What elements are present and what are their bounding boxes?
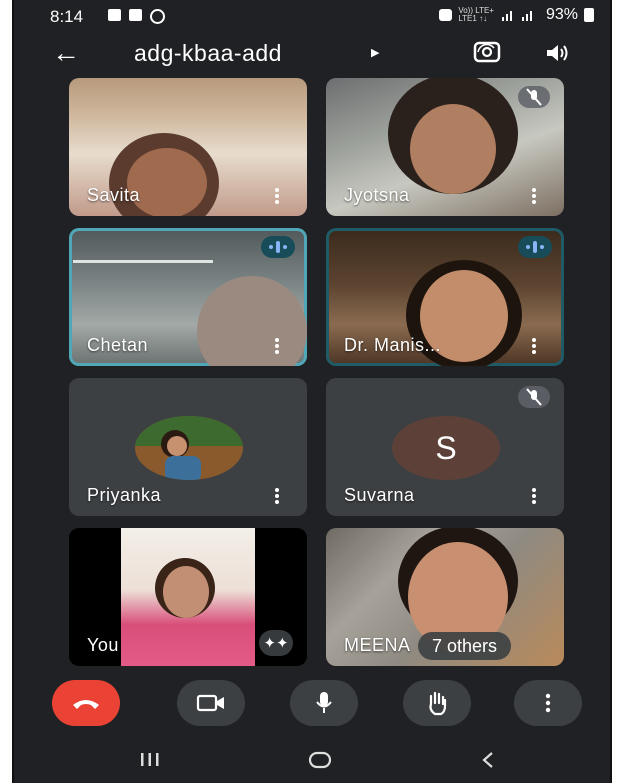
self-view-tile[interactable]: You ✦✦ — [69, 528, 307, 666]
raise-hand-button[interactable] — [403, 680, 471, 726]
more-options-icon[interactable] — [275, 338, 279, 354]
mic-off-icon — [518, 86, 550, 108]
participant-name: Priyanka — [87, 485, 162, 505]
end-call-icon — [73, 700, 99, 709]
participant-face — [410, 104, 496, 194]
participant-name: Suvarna — [344, 485, 415, 505]
participant-video — [73, 260, 213, 263]
speaking-indicator-icon — [518, 236, 552, 258]
alarm-icon — [108, 9, 121, 21]
back-icon[interactable] — [480, 750, 496, 770]
more-options-icon[interactable] — [532, 488, 536, 504]
end-call-button[interactable] — [52, 680, 120, 726]
mic-off-icon — [518, 386, 550, 408]
participant-name: You — [87, 635, 119, 655]
back-arrow-icon[interactable]: ← — [52, 38, 80, 68]
switch-camera-icon[interactable] — [472, 39, 502, 65]
participant-name: Savita — [87, 185, 141, 205]
self-face-skin — [163, 566, 209, 618]
camera-icon — [196, 694, 224, 712]
microphone-icon — [316, 692, 332, 713]
more-options-icon[interactable] — [275, 488, 279, 504]
network-type: Vo)) LTE+ LTE1 ↑↓ — [458, 6, 494, 23]
participant-name: Jyotsna — [344, 185, 410, 205]
phone-screen: 8:14 Vo)) LTE+ LTE1 ↑↓ 93% ← adg-kbaa-ad… — [12, 0, 612, 783]
battery-percent: 93% — [545, 6, 578, 23]
others-count-chip[interactable]: 7 others — [418, 632, 512, 660]
meeting-header: ← adg-kbaa-add ▶ — [14, 32, 610, 78]
participant-tile[interactable]: Chetan — [69, 228, 307, 366]
participant-tile[interactable]: Priyanka — [69, 378, 307, 516]
raise-hand-icon — [429, 691, 447, 716]
mail-icon — [129, 9, 142, 21]
more-options-icon[interactable] — [275, 188, 279, 204]
microphone-button[interactable] — [290, 680, 358, 726]
participant-tile[interactable]: Savita — [69, 78, 307, 216]
participant-tile[interactable]: Jyotsna — [326, 78, 564, 216]
meeting-details-caret-icon[interactable]: ▶ — [371, 46, 379, 59]
home-icon[interactable] — [308, 750, 332, 770]
call-controls — [14, 680, 610, 730]
participant-name: Chetan — [87, 335, 149, 355]
notification-icons — [108, 9, 165, 24]
participant-face — [197, 276, 307, 366]
effects-sparkle-icon[interactable]: ✦✦ — [259, 630, 293, 656]
status-time: 8:14 — [50, 7, 84, 26]
avatar — [135, 416, 243, 480]
system-nav-bar — [14, 742, 610, 783]
battery-icon — [584, 8, 594, 22]
speaker-icon[interactable] — [544, 41, 570, 65]
speaking-indicator-icon — [261, 236, 295, 258]
status-right: Vo)) LTE+ LTE1 ↑↓ 93% — [439, 6, 594, 24]
signal-icon — [501, 11, 532, 21]
chat-icon — [150, 9, 165, 24]
avatar: S — [392, 416, 500, 480]
camera-button[interactable] — [177, 680, 245, 726]
participant-tile[interactable]: Dr. Manis... — [326, 228, 564, 366]
more-options-button[interactable] — [514, 680, 582, 726]
participant-name: MEENA — [344, 635, 411, 655]
recent-apps-icon[interactable] — [138, 750, 162, 768]
participant-tile[interactable]: MEENA 7 others — [326, 528, 564, 666]
status-bar: 8:14 Vo)) LTE+ LTE1 ↑↓ 93% — [14, 0, 610, 32]
meeting-code[interactable]: adg-kbaa-add — [134, 40, 282, 67]
more-options-icon — [545, 693, 551, 713]
avatar-initial: S — [435, 429, 457, 466]
alarm-clock-icon — [439, 9, 453, 21]
more-options-icon[interactable] — [532, 338, 536, 354]
more-options-icon[interactable] — [532, 188, 536, 204]
self-video — [121, 528, 255, 666]
participant-name: Dr. Manis... — [344, 335, 442, 355]
participant-tile[interactable]: S Suvarna — [326, 378, 564, 516]
